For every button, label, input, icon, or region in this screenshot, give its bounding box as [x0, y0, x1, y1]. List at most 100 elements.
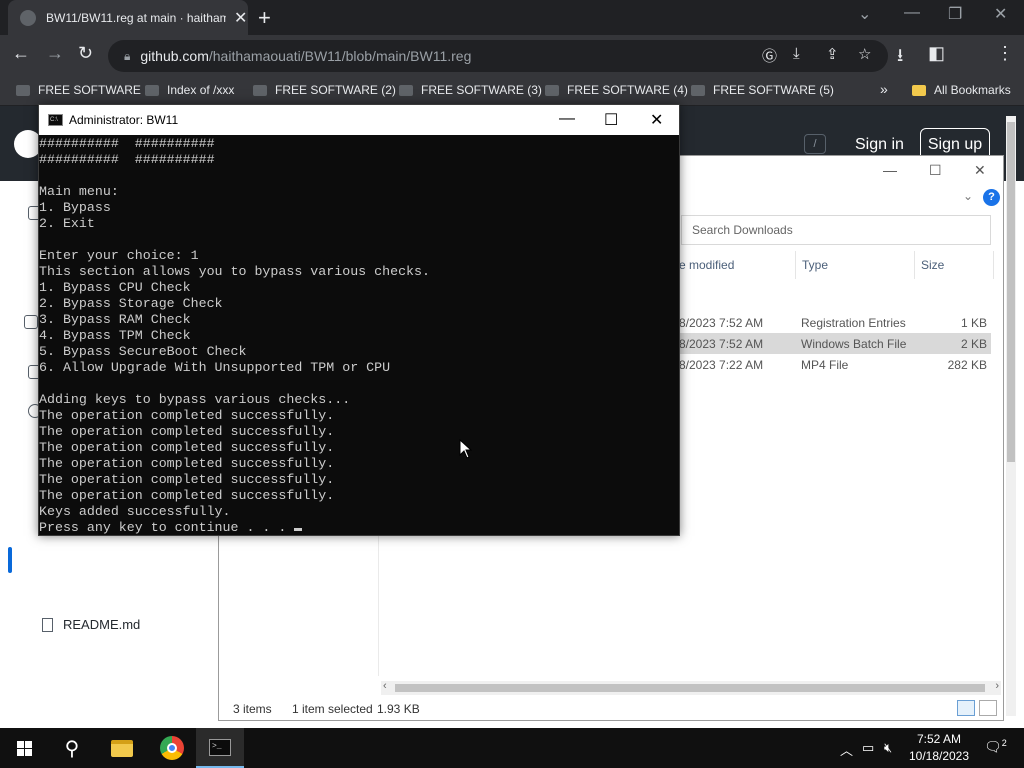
column-size[interactable]: Size [921, 258, 944, 272]
tab-search-chevron-icon[interactable]: ⌄ [858, 4, 871, 24]
folder-icon [145, 84, 159, 96]
back-icon[interactable]: ← [12, 43, 30, 64]
page-scrollbar[interactable] [1006, 116, 1016, 716]
chrome-menu-icon[interactable]: ⋮ [996, 43, 1014, 64]
tab-title: BW11/BW11.reg at main · haitham [46, 10, 226, 25]
volume-muted-icon[interactable]: 🔇︎ [884, 740, 892, 756]
active-file-indicator [8, 547, 12, 573]
explorer-maximize-icon[interactable]: ☐ [929, 162, 942, 179]
column-divider[interactable] [993, 251, 994, 279]
collapse-panel-icon[interactable] [24, 315, 38, 329]
cmd-icon: C:\ [48, 114, 63, 126]
url-host: github.com [140, 48, 209, 64]
status-bar: 3 items 1 item selected 1.93 KB [219, 698, 1003, 720]
bookmark-item[interactable]: FREE SOFTWARE [16, 83, 141, 97]
cmd-icon: >_ [209, 738, 231, 756]
taskbar-search-icon[interactable]: ⚲ [48, 728, 96, 768]
url-path: /haithamaouati/BW11/blob/main/BW11.reg [208, 48, 472, 64]
bookmark-item[interactable]: FREE SOFTWARE (2) [253, 83, 396, 97]
large-icons-view-icon[interactable] [979, 700, 997, 716]
new-tab-icon[interactable]: + [258, 5, 271, 31]
tab-close-icon[interactable]: ✕ [234, 8, 247, 28]
clock-time: 7:52 AM [916, 732, 962, 746]
taskbar-file-explorer[interactable] [98, 728, 146, 768]
folder-icon [399, 84, 413, 96]
status-selected-size: 1.93 KB [377, 702, 420, 716]
browser-tab-bar: BW11/BW11.reg at main · haitham ✕ + ⌄ — … [0, 0, 1024, 35]
file-tree-item-readme[interactable]: README.md [42, 617, 140, 632]
scrollbar-thumb[interactable] [395, 684, 985, 692]
windows-logo-icon [16, 740, 32, 756]
command-prompt-window[interactable]: C:\ Administrator: BW11 — ☐ ✕ ##########… [38, 104, 680, 536]
browser-toolbar: ← → ↻ 🔒︎ github.com/haithamaouati/BW11/b… [0, 35, 1024, 101]
console-text: ########## ########## ########## #######… [39, 136, 430, 535]
scroll-left-icon[interactable]: ‹ [383, 680, 387, 692]
show-hidden-icons-icon[interactable]: ︿ [840, 740, 853, 759]
column-divider[interactable] [795, 251, 796, 279]
console-minimize-icon[interactable]: — [559, 110, 575, 128]
file-row-selected[interactable]: 8/2023 7:52 AM Windows Batch File 2 KB [679, 333, 991, 354]
sign-in-link[interactable]: Sign in [855, 136, 904, 154]
browser-minimize-icon[interactable]: — [904, 4, 920, 22]
windows-taskbar: ⚲ >_ ︿ ▭ 🔇︎ 7:52 AM 10/18/2023 🗨︎2 [0, 728, 1024, 768]
browser-close-icon[interactable]: ✕ [994, 4, 1007, 24]
chrome-icon [160, 736, 184, 760]
taskbar-chrome[interactable] [148, 728, 196, 768]
network-icon[interactable]: ▭ [862, 740, 874, 756]
search-input[interactable]: Search Downloads [681, 215, 991, 245]
folder-icon [111, 739, 133, 757]
folder-icon [253, 84, 267, 96]
bookmark-star-icon[interactable]: ☆ [858, 45, 871, 63]
console-title: Administrator: BW11 [69, 113, 179, 127]
console-maximize-icon[interactable]: ☐ [604, 110, 618, 130]
share-icon[interactable]: ⇪ [826, 45, 839, 63]
bookmarks-overflow-icon[interactable]: » [880, 81, 888, 97]
folder-icon [912, 84, 926, 96]
folder-icon [691, 84, 705, 96]
file-row[interactable]: 8/2023 7:22 AM MP4 File 282 KB [679, 354, 991, 375]
bookmark-item[interactable]: FREE SOFTWARE (4) [545, 83, 688, 97]
reload-icon[interactable]: ↻ [78, 43, 93, 64]
horizontal-scrollbar[interactable]: ‹ › [381, 680, 1001, 695]
system-clock[interactable]: 7:52 AM 10/18/2023 [900, 731, 978, 765]
side-panel-icon[interactable]: ◧ [928, 43, 945, 64]
search-shortcut-key: / [804, 134, 826, 154]
folder-icon [16, 84, 30, 96]
expand-ribbon-icon[interactable]: ⌄ [963, 189, 973, 203]
forward-icon[interactable]: → [46, 43, 64, 64]
column-divider[interactable] [914, 251, 915, 279]
taskbar-command-prompt[interactable]: >_ [196, 728, 244, 768]
install-app-icon[interactable]: ⤓ [793, 45, 800, 62]
column-type[interactable]: Type [802, 258, 828, 272]
explorer-minimize-icon[interactable]: — [883, 162, 897, 178]
bookmarks-bar: FREE SOFTWARE Index of /xxx FREE SOFTWAR… [0, 77, 1024, 106]
status-item-count: 3 items [233, 702, 272, 716]
details-view-icon[interactable] [957, 700, 975, 716]
google-lens-icon[interactable]: Ⓖ [762, 45, 777, 66]
notification-center-icon[interactable]: 🗨︎2 [984, 738, 1007, 756]
explorer-close-icon[interactable]: ✕ [974, 162, 986, 179]
scroll-right-icon[interactable]: › [995, 680, 999, 692]
help-icon[interactable]: ? [983, 189, 1000, 206]
start-button[interactable] [0, 728, 48, 768]
status-selected-count: 1 item selected [292, 702, 373, 716]
file-icon [42, 617, 53, 632]
browser-restore-icon[interactable]: ❐ [948, 4, 962, 24]
lock-icon[interactable]: 🔒︎ [124, 49, 130, 64]
file-row[interactable]: 8/2023 7:52 AM Registration Entries 1 KB [679, 312, 991, 333]
mouse-pointer-icon [459, 439, 473, 459]
downloads-icon[interactable]: ⭳ [897, 43, 903, 73]
text-cursor [294, 528, 303, 531]
bookmark-item[interactable]: Index of /xxx [145, 83, 234, 97]
bookmark-item[interactable]: FREE SOFTWARE (3) [399, 83, 542, 97]
console-output[interactable]: ########## ########## ########## #######… [39, 136, 679, 535]
console-close-icon[interactable]: ✕ [650, 110, 663, 130]
bookmark-item[interactable]: FREE SOFTWARE (5) [691, 83, 834, 97]
clock-date: 10/18/2023 [908, 749, 970, 763]
all-bookmarks[interactable]: All Bookmarks [912, 83, 1011, 97]
scrollbar-thumb[interactable] [1007, 122, 1015, 462]
folder-icon [545, 84, 559, 96]
browser-tab[interactable]: BW11/BW11.reg at main · haitham ✕ [8, 0, 248, 35]
column-date-modified[interactable]: e modified [679, 258, 734, 272]
console-title-bar[interactable]: C:\ Administrator: BW11 — ☐ ✕ [39, 105, 679, 135]
